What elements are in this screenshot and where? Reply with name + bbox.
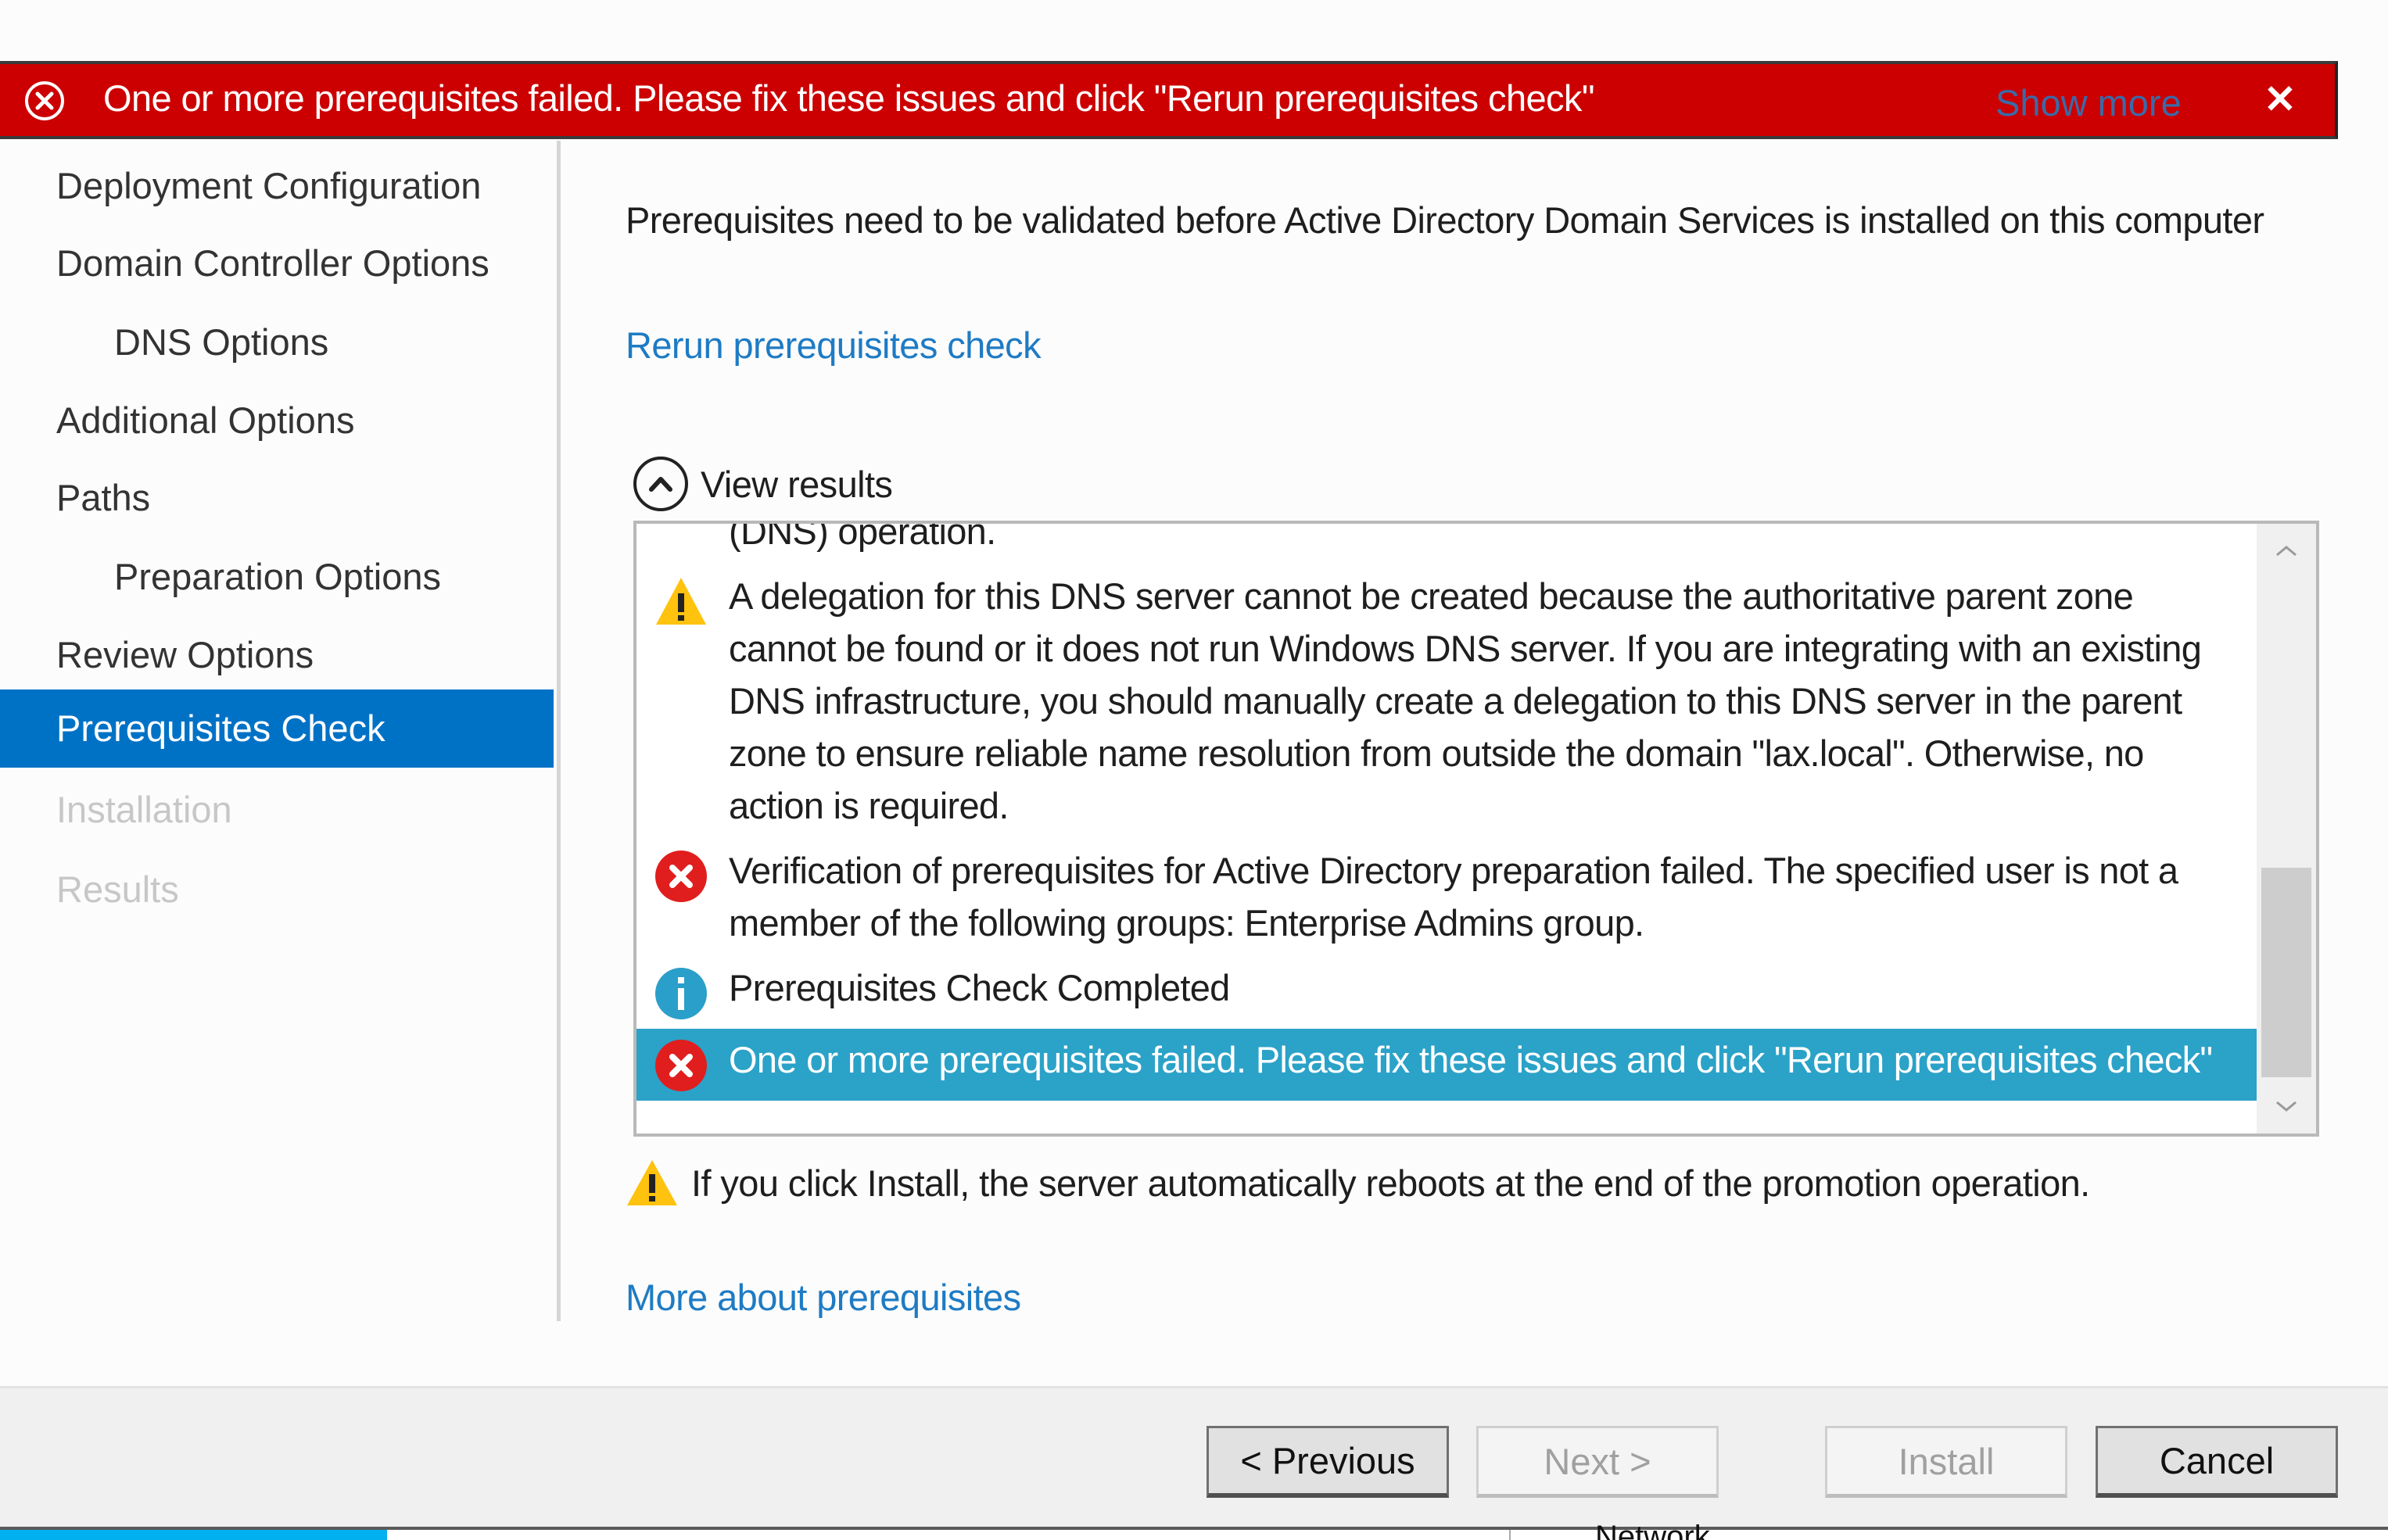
close-banner-button[interactable]: ✕ [2264,77,2297,122]
nav-dns-options[interactable]: DNS Options [0,303,554,381]
result-text: One or more prerequisites failed. Please… [729,1039,2213,1080]
nav-results: Results [56,868,179,910]
results-scrollbar[interactable] [2257,524,2316,1134]
nav-prerequisites-check[interactable]: Prerequisites Check [0,689,554,768]
view-results-toggle[interactable]: View results [632,455,893,513]
page-description: Prerequisites need to be validated befor… [626,199,2264,241]
scroll-up-arrow-icon[interactable] [2257,524,2316,578]
background-window-separator [1509,1530,1511,1540]
install-button: Install [1825,1426,2067,1498]
result-item[interactable]: Prerequisites Check Completed [636,957,2260,1029]
error-icon [655,851,707,902]
cancel-button[interactable]: Cancel [2096,1426,2338,1498]
reboot-warning-text: If you click Install, the server automat… [691,1162,2090,1204]
previous-button[interactable]: < Previous [1207,1426,1449,1498]
scroll-down-arrow-icon[interactable] [2257,1079,2316,1134]
sidebar-divider [557,141,561,1321]
nav-preparation-options[interactable]: Preparation Options [0,538,554,616]
show-more-link[interactable]: Show more [1995,81,2182,124]
info-icon [655,968,707,1019]
result-text: (DNS) operation. [729,521,996,552]
result-item[interactable]: A delegation for this DNS server cannot … [636,565,2260,840]
nav-additional-options[interactable]: Additional Options [0,381,554,460]
nav-deployment-configuration[interactable]: Deployment Configuration [0,147,554,225]
more-about-prerequisites-link[interactable]: More about prerequisites [626,1276,1021,1319]
error-circle-icon [25,81,64,120]
background-network-label: Network [1595,1520,1710,1540]
nav-paths[interactable]: Paths [0,459,554,537]
reboot-warning: If you click Install, the server automat… [626,1159,2090,1207]
result-text: Verification of prerequisites for Active… [729,850,2178,944]
scroll-thumb[interactable] [2261,868,2311,1077]
warning-icon [627,1160,677,1205]
result-item[interactable]: Verification of prerequisites for Active… [636,840,2260,957]
error-icon [655,1040,707,1091]
banner-message: One or more prerequisites failed. Please… [103,77,1595,119]
chevron-up-circle-icon [633,457,688,511]
nav-installation: Installation [56,789,232,830]
next-button: Next > [1476,1426,1719,1498]
results-list[interactable]: (DNS) operation. A delegation for this D… [633,521,2319,1137]
warning-icon [656,578,706,625]
result-text: Prerequisites Check Completed [729,967,1230,1008]
result-item-selected[interactable]: One or more prerequisites failed. Please… [636,1029,2260,1101]
view-results-label: View results [701,463,893,505]
wizard-footer: < Previous Next > Install Cancel [0,1386,2388,1527]
result-text: A delegation for this DNS server cannot … [729,575,2202,826]
nav-domain-controller-options[interactable]: Domain Controller Options [0,224,554,303]
background-window-accent [0,1530,387,1540]
nav-review-options[interactable]: Review Options [0,616,554,694]
error-banner: One or more prerequisites failed. Please… [0,61,2338,139]
result-item[interactable]: (DNS) operation. [636,521,2260,565]
wizard-nav: Deployment Configuration Domain Controll… [0,141,557,1321]
rerun-prerequisites-link[interactable]: Rerun prerequisites check [626,324,1042,367]
